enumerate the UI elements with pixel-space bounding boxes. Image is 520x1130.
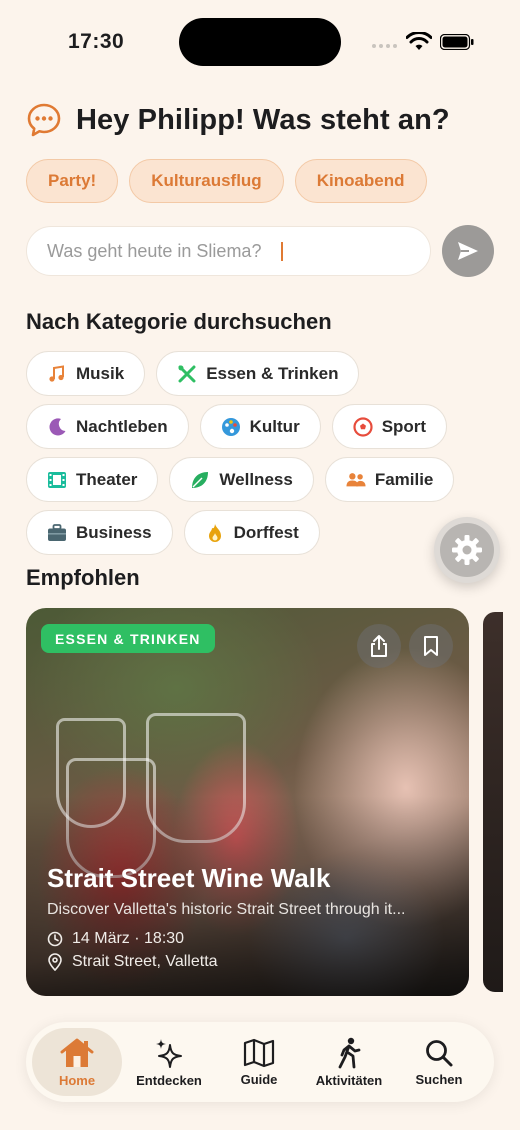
tab-label: Suchen bbox=[415, 1071, 463, 1087]
category-label: Sport bbox=[381, 416, 427, 436]
search-input[interactable] bbox=[26, 226, 431, 276]
tab-aktivitaeten[interactable]: Aktivitäten bbox=[304, 1028, 394, 1096]
gear-icon bbox=[452, 535, 482, 565]
film-icon bbox=[47, 470, 67, 490]
utensils-icon bbox=[177, 364, 197, 384]
bookmark-button[interactable] bbox=[409, 624, 453, 668]
category-section-title: Nach Kategorie durchsuchen bbox=[26, 309, 332, 334]
map-icon bbox=[243, 1038, 275, 1067]
tab-guide[interactable]: Guide bbox=[214, 1028, 304, 1096]
magnifier-icon bbox=[426, 1039, 453, 1066]
cellular-signal-icon bbox=[372, 44, 397, 48]
category-label: Kultur bbox=[249, 416, 300, 436]
next-event-card-peek[interactable] bbox=[483, 612, 503, 992]
tab-label: Aktivitäten bbox=[315, 1072, 383, 1088]
category-chip-dorffest[interactable]: Dorffest bbox=[183, 510, 320, 555]
category-label: Wellness bbox=[219, 469, 293, 489]
category-label: Dorffest bbox=[233, 522, 299, 542]
share-icon bbox=[371, 635, 387, 657]
tab-label: Guide bbox=[240, 1071, 278, 1087]
bookmark-icon bbox=[424, 636, 438, 656]
tab-entdecken[interactable]: Entdecken bbox=[124, 1028, 214, 1096]
send-icon bbox=[458, 242, 478, 260]
share-button[interactable] bbox=[357, 624, 401, 668]
category-chip-business[interactable]: Business bbox=[26, 510, 173, 555]
leaf-icon bbox=[190, 470, 210, 490]
category-chip-nachtleben[interactable]: Nachtleben bbox=[26, 404, 189, 449]
category-label: Essen & Trinken bbox=[206, 363, 339, 383]
category-chip-wellness[interactable]: Wellness bbox=[169, 457, 314, 502]
event-datetime: 14 März · 18:30 bbox=[72, 930, 185, 947]
event-location: Strait Street, Valletta bbox=[72, 953, 218, 970]
category-label: Business bbox=[76, 522, 152, 542]
category-badge: ESSEN & TRINKEN bbox=[41, 624, 215, 653]
moon-icon bbox=[47, 417, 67, 437]
page-title: Hey Philipp! Was steht an? bbox=[76, 103, 450, 136]
tab-home[interactable]: Home bbox=[32, 1028, 122, 1096]
settings-button[interactable] bbox=[434, 517, 500, 583]
text-cursor bbox=[281, 242, 283, 261]
tab-label: Entdecken bbox=[136, 1072, 202, 1088]
clock-icon bbox=[47, 931, 63, 947]
music-note-icon bbox=[47, 364, 67, 384]
category-chip-familie[interactable]: Familie bbox=[324, 457, 455, 502]
sparkles-icon bbox=[156, 1038, 182, 1068]
event-title: Strait Street Wine Walk bbox=[47, 863, 331, 893]
recommended-section-title: Empfohlen bbox=[26, 565, 140, 590]
briefcase-icon bbox=[47, 523, 67, 543]
status-time: 17:30 bbox=[68, 30, 125, 53]
status-bar: 17:30 bbox=[0, 0, 520, 84]
dynamic-island bbox=[179, 18, 341, 66]
battery-icon bbox=[440, 34, 474, 50]
quick-suggestions: Party! Kulturausflug Kinoabend bbox=[26, 159, 427, 203]
category-label: Nachtleben bbox=[76, 416, 168, 436]
walking-icon bbox=[338, 1037, 361, 1068]
flame-icon bbox=[205, 523, 225, 543]
event-card[interactable]: ESSEN & TRINKEN Strait Street Wine Walk … bbox=[26, 608, 469, 996]
category-chip-kultur[interactable]: Kultur bbox=[199, 404, 321, 449]
tab-suchen[interactable]: Suchen bbox=[394, 1028, 484, 1096]
category-label: Theater bbox=[76, 469, 138, 489]
event-description: Discover Valletta's historic Strait Stre… bbox=[47, 901, 406, 918]
category-grid: Musik Essen & Trinken Nachtleben Kultur bbox=[26, 351, 496, 563]
tab-label: Home bbox=[58, 1072, 96, 1088]
category-chip-sport[interactable]: Sport bbox=[331, 404, 448, 449]
palette-icon bbox=[221, 417, 241, 437]
category-chip-theater[interactable]: Theater bbox=[26, 457, 159, 502]
soccer-ball-icon bbox=[353, 416, 373, 437]
chat-bubble-icon bbox=[27, 103, 61, 137]
send-button[interactable] bbox=[442, 225, 494, 277]
quick-chip-party[interactable]: Party! bbox=[26, 159, 119, 203]
tab-bar: Home Entdecken Guide Aktivitäten Suchen bbox=[26, 1022, 494, 1102]
family-icon bbox=[346, 470, 366, 490]
wifi-icon bbox=[406, 32, 432, 50]
category-chip-essen-trinken[interactable]: Essen & Trinken bbox=[156, 351, 360, 396]
location-pin-icon bbox=[48, 953, 62, 971]
greeting-header: Hey Philipp! Was steht an? bbox=[26, 102, 450, 138]
category-chip-musik[interactable]: Musik bbox=[26, 351, 146, 396]
home-icon bbox=[60, 1038, 94, 1067]
quick-chip-kinoabend[interactable]: Kinoabend bbox=[294, 159, 427, 203]
category-label: Musik bbox=[76, 363, 125, 383]
category-label: Familie bbox=[374, 469, 434, 489]
quick-chip-kulturausflug[interactable]: Kulturausflug bbox=[129, 159, 284, 203]
